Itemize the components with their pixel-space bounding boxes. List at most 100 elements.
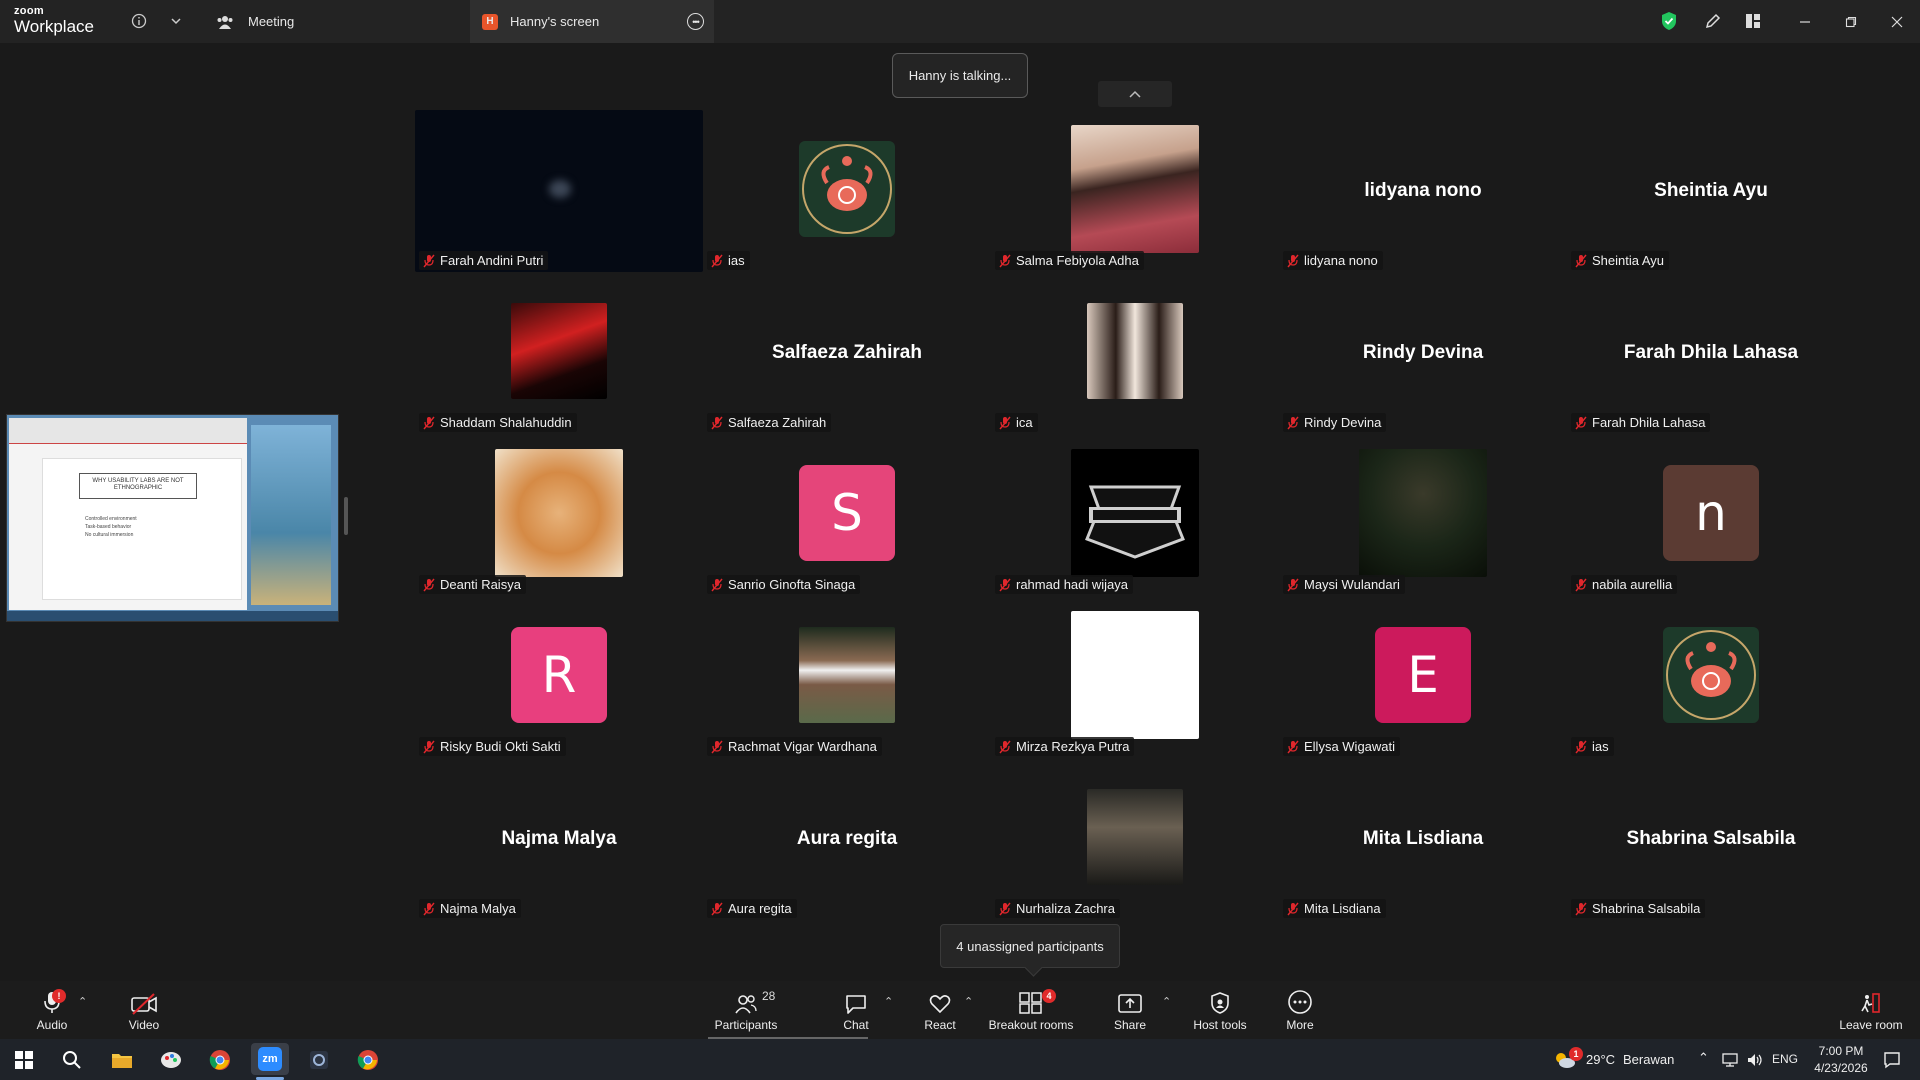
participant-tile[interactable]: Farah Andini Putri	[415, 110, 703, 272]
chevron-down-icon[interactable]	[165, 10, 187, 32]
collapse-gallery-button[interactable]	[1098, 81, 1172, 107]
close-icon[interactable]	[1883, 8, 1911, 36]
participant-name-label: Shabrina Salsabila	[1571, 899, 1706, 918]
weather-icon[interactable]: 1	[1549, 1045, 1583, 1075]
more-button[interactable]: More	[1280, 989, 1320, 1032]
pencil-annotate-icon[interactable]	[1702, 10, 1724, 32]
input-language[interactable]: ENG	[1772, 1052, 1798, 1066]
clock-date[interactable]: 4/23/2026	[1806, 1061, 1876, 1075]
share-label: Share	[1113, 1018, 1147, 1032]
audio-options-caret[interactable]: ⌃	[78, 995, 87, 1008]
notifications-icon[interactable]	[1876, 1045, 1908, 1075]
volume-icon[interactable]	[1744, 1045, 1766, 1075]
camera-app-icon[interactable]	[303, 1045, 335, 1075]
restore-icon[interactable]	[1837, 8, 1865, 36]
participant-tile[interactable]: Rachmat Vigar Wardhana	[703, 596, 991, 758]
participant-tile[interactable]: E Ellysa Wigawati	[1279, 596, 1567, 758]
participant-tile[interactable]: n nabila aurellia	[1567, 434, 1855, 596]
leave-room-button[interactable]: Leave room	[1836, 989, 1906, 1032]
weather-desc[interactable]: Berawan	[1623, 1052, 1674, 1067]
participant-tile[interactable]: Deanti Raisya	[415, 434, 703, 596]
participants-button[interactable]: 28 Participants	[708, 989, 784, 1032]
participant-tile[interactable]: ica	[991, 272, 1279, 434]
participant-display-name: Aura regita	[796, 828, 898, 849]
video-off-icon	[131, 993, 157, 1015]
participant-tile[interactable]: Rindy Devina Rindy Devina	[1279, 272, 1567, 434]
participant-name: Farah Dhila Lahasa	[1592, 415, 1706, 430]
muted-mic-icon	[1575, 578, 1587, 591]
participant-name-label: ias	[707, 251, 750, 270]
participant-tile[interactable]: Shabrina Salsabila Shabrina Salsabila	[1567, 758, 1855, 920]
audio-button[interactable]: ! Audio	[30, 989, 74, 1032]
muted-mic-icon	[999, 740, 1011, 753]
chat-options-caret[interactable]: ⌃	[884, 995, 893, 1008]
shared-screen-thumbnail[interactable]: WHY USABILITY LABS ARE NOT ETHNOGRAPHIC …	[6, 414, 339, 622]
participant-tile[interactable]: Sheintia Ayu Sheintia Ayu	[1567, 110, 1855, 272]
share-options-caret[interactable]: ⌃	[1162, 995, 1171, 1008]
chat-button[interactable]: Chat	[836, 989, 876, 1032]
participant-name-label: Mirza Rezkya Putra	[995, 737, 1135, 756]
participant-name-label: Farah Dhila Lahasa	[1571, 413, 1711, 432]
tab-meeting[interactable]: Meeting	[216, 0, 294, 43]
leave-room-label: Leave room	[1839, 1018, 1903, 1032]
participant-name: rahmad hadi wijaya	[1016, 577, 1129, 592]
participant-name: Maysi Wulandari	[1304, 577, 1400, 592]
windows-start-icon[interactable]	[8, 1045, 40, 1075]
muted-mic-icon	[423, 416, 435, 429]
participant-tile[interactable]: Salma Febiyola Adha	[991, 110, 1279, 272]
participant-tile[interactable]: Najma Malya Najma Malya	[415, 758, 703, 920]
clock-time[interactable]: 7:00 PM	[1812, 1044, 1870, 1058]
participant-tile[interactable]: rahmad hadi wijaya	[991, 434, 1279, 596]
participant-tile[interactable]: Farah Dhila Lahasa Farah Dhila Lahasa	[1567, 272, 1855, 434]
participant-tile[interactable]: Salfaeza Zahirah Salfaeza Zahirah	[703, 272, 991, 434]
profile-photo	[1359, 449, 1487, 577]
react-label: React	[924, 1018, 956, 1032]
network-icon[interactable]	[1720, 1045, 1742, 1075]
participant-tile[interactable]: Aura regita Aura regita	[703, 758, 991, 920]
muted-mic-icon	[999, 416, 1011, 429]
participant-tile[interactable]: Mirza Rezkya Putra	[991, 596, 1279, 758]
participant-name: Shaddam Shalahuddin	[440, 415, 572, 430]
participant-tile[interactable]: Nurhaliza Zachra	[991, 758, 1279, 920]
participant-tile[interactable]: lidyana nono lidyana nono	[1279, 110, 1567, 272]
participant-tile[interactable]: ias	[1567, 596, 1855, 758]
participant-tile[interactable]: Mita Lisdiana Mita Lisdiana	[1279, 758, 1567, 920]
participant-tile[interactable]: ias	[703, 110, 991, 272]
search-icon[interactable]	[56, 1045, 88, 1075]
participants-count: 28	[762, 989, 776, 1003]
slide-bullets: Controlled environment Task-based behavi…	[85, 515, 137, 539]
react-button[interactable]: React	[920, 989, 960, 1032]
weather-temp[interactable]: 29°C	[1586, 1052, 1615, 1067]
muted-mic-icon	[1287, 254, 1299, 267]
participant-tile[interactable]: R Risky Budi Okti Sakti	[415, 596, 703, 758]
more-options-icon[interactable]: •••	[687, 13, 704, 30]
info-icon[interactable]	[128, 10, 150, 32]
participant-tile[interactable]: Shaddam Shalahuddin	[415, 272, 703, 434]
participant-name: Mirza Rezkya Putra	[1016, 739, 1130, 754]
chrome-icon[interactable]	[204, 1045, 236, 1075]
host-tools-button[interactable]: Host tools	[1188, 989, 1252, 1032]
paint-app-icon[interactable]	[155, 1045, 187, 1075]
chrome-profile-icon[interactable]	[352, 1045, 384, 1075]
unassigned-participants-tooltip: 4 unassigned participants	[940, 924, 1120, 968]
tab-hanny-screen[interactable]: H Hanny's screen •••	[470, 0, 714, 43]
zoom-taskbar-icon[interactable]: zm	[251, 1043, 289, 1075]
shield-check-icon[interactable]	[1658, 10, 1680, 32]
video-button[interactable]: Video	[122, 989, 166, 1032]
breakout-rooms-button[interactable]: 4 Breakout rooms	[986, 989, 1076, 1032]
muted-mic-icon	[711, 740, 723, 753]
participant-name-label: Salma Febiyola Adha	[995, 251, 1144, 270]
react-options-caret[interactable]: ⌃	[964, 995, 973, 1008]
participant-tile[interactable]: Maysi Wulandari	[1279, 434, 1567, 596]
share-button[interactable]: Share	[1110, 989, 1150, 1032]
participant-tile[interactable]: S Sanrio Ginofta Sinaga	[703, 434, 991, 596]
thumbnail-resize-handle[interactable]	[344, 497, 348, 535]
muted-mic-icon	[999, 902, 1011, 915]
minimize-icon[interactable]	[1791, 8, 1819, 36]
participant-name: Salma Febiyola Adha	[1016, 253, 1139, 268]
view-layout-icon[interactable]	[1742, 10, 1764, 32]
file-explorer-icon[interactable]	[106, 1045, 138, 1075]
meeting-people-icon	[217, 15, 233, 29]
tray-chevron-up-icon[interactable]: ⌃	[1698, 1050, 1709, 1066]
desktop-wallpaper	[251, 425, 331, 605]
